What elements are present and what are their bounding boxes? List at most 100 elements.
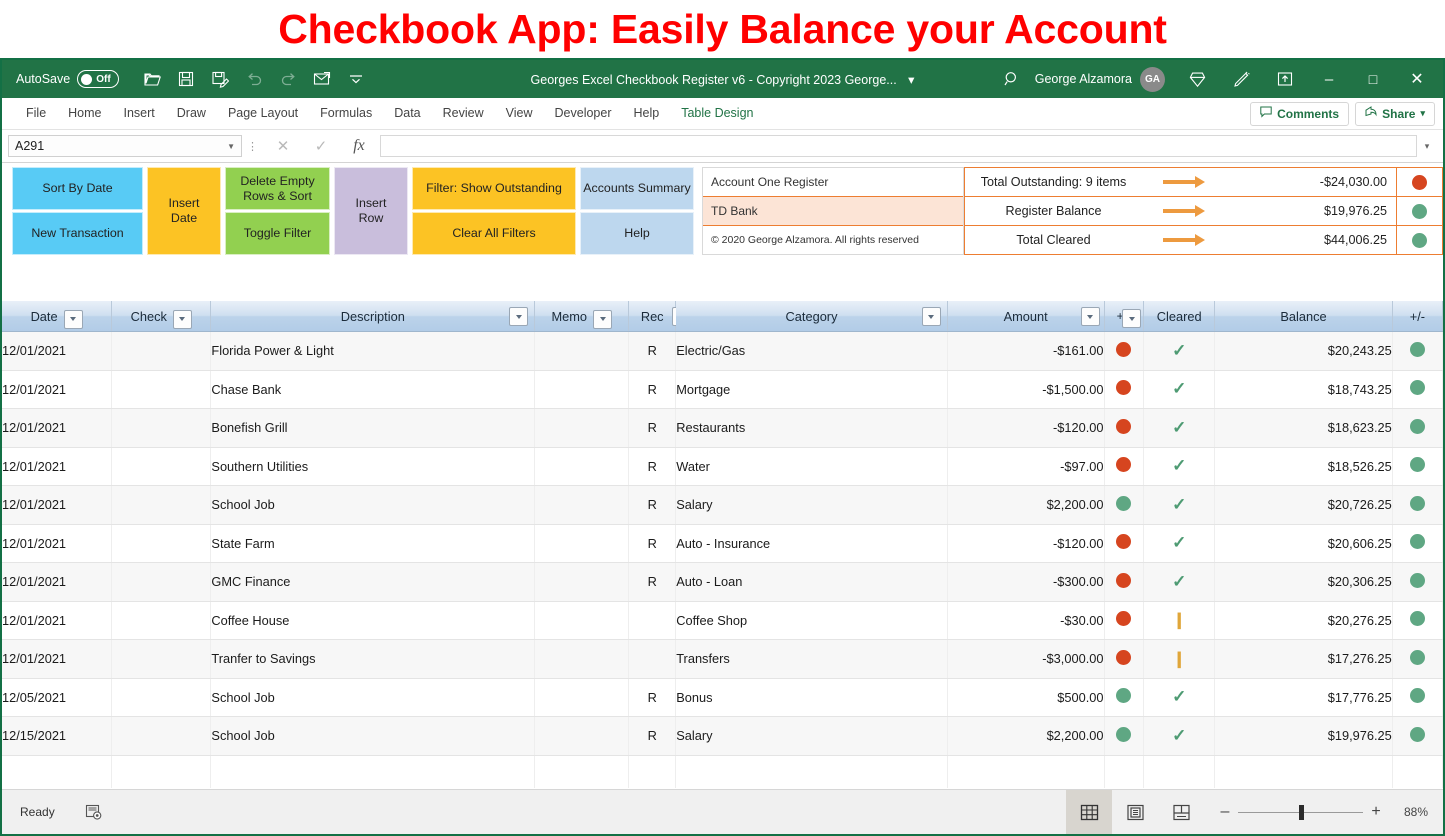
filter-dropdown-icon[interactable] (593, 310, 612, 329)
cell-category[interactable]: Coffee Shop (676, 601, 948, 640)
cell-description[interactable]: Florida Power & Light (211, 332, 535, 371)
filter-show-outstanding-button[interactable]: Filter: Show Outstanding (412, 167, 576, 210)
cell-cleared[interactable]: ✓ (1144, 524, 1215, 563)
tab-file[interactable]: File (15, 98, 57, 129)
cell-description[interactable]: Southern Utilities (211, 447, 535, 486)
tab-page-layout[interactable]: Page Layout (217, 98, 309, 129)
minimize-button[interactable]: – (1307, 60, 1351, 98)
tab-draw[interactable]: Draw (166, 98, 217, 129)
cell-cleared[interactable]: ❙ (1144, 601, 1215, 640)
maximize-button[interactable]: □ (1351, 60, 1395, 98)
cell-category[interactable]: Bonus (676, 678, 948, 717)
cell-memo[interactable] (535, 717, 629, 756)
cell-balance[interactable]: $18,623.25 (1215, 409, 1393, 448)
formula-bar-options-icon[interactable]: ⋮ (242, 140, 264, 153)
cell-date[interactable]: 12/01/2021 (2, 447, 112, 486)
tab-data[interactable]: Data (383, 98, 431, 129)
column-header-amount[interactable]: Amount (947, 301, 1104, 332)
normal-view-icon[interactable] (1066, 790, 1112, 834)
title-chevron-down-icon[interactable]: ▾ (908, 73, 914, 87)
cell-memo[interactable] (535, 486, 629, 525)
tab-formulas[interactable]: Formulas (309, 98, 383, 129)
sort-by-date-button[interactable]: Sort By Date (12, 167, 143, 210)
filter-dropdown-icon[interactable] (64, 310, 83, 329)
register-sheet[interactable]: Date Check Description Memo Rec Category… (2, 301, 1443, 788)
cell-date[interactable]: 12/01/2021 (2, 370, 112, 409)
cell-category[interactable]: Auto - Insurance (676, 524, 948, 563)
cell-date[interactable]: 12/01/2021 (2, 563, 112, 602)
column-header-rec[interactable]: Rec (629, 301, 676, 332)
cell-balance[interactable]: $17,276.25 (1215, 640, 1393, 679)
zoom-slider-track[interactable] (1238, 812, 1363, 813)
cell-cleared[interactable]: ✓ (1144, 486, 1215, 525)
cell-rec[interactable] (629, 640, 676, 679)
filter-dropdown-icon[interactable] (1081, 307, 1100, 326)
share-chevron-down-icon[interactable]: ▾ (1420, 108, 1425, 119)
cell-cleared[interactable]: ✓ (1144, 717, 1215, 756)
cell-rec[interactable]: R (629, 678, 676, 717)
cell-cleared[interactable]: ✓ (1144, 370, 1215, 409)
column-header-sign2[interactable]: +/- (1392, 301, 1442, 332)
cell-amount[interactable]: $500.00 (947, 678, 1104, 717)
avatar[interactable]: GA (1140, 67, 1165, 92)
account-bank-name[interactable]: TD Bank (703, 196, 963, 226)
filter-dropdown-icon[interactable] (509, 307, 528, 326)
filter-dropdown-icon[interactable] (173, 310, 192, 329)
zoom-in-button[interactable]: + (1363, 803, 1389, 821)
close-button[interactable]: ✕ (1395, 60, 1439, 98)
formula-input[interactable] (380, 135, 1417, 157)
cell-rec[interactable]: R (629, 486, 676, 525)
cell-description[interactable]: Coffee House (211, 601, 535, 640)
cell-memo[interactable] (535, 640, 629, 679)
cell-balance[interactable]: $18,526.25 (1215, 447, 1393, 486)
cell-date[interactable]: 12/01/2021 (2, 486, 112, 525)
cell-memo[interactable] (535, 447, 629, 486)
cell-date[interactable]: 12/01/2021 (2, 524, 112, 563)
tab-home[interactable]: Home (57, 98, 112, 129)
cell-memo[interactable] (535, 409, 629, 448)
cell-amount[interactable]: -$1,500.00 (947, 370, 1104, 409)
table-row[interactable]: 12/01/2021GMC FinanceRAuto - Loan-$300.0… (2, 563, 1443, 602)
cell-balance[interactable]: $20,243.25 (1215, 332, 1393, 371)
page-layout-view-icon[interactable] (1112, 790, 1158, 834)
table-row[interactable]: 12/15/2021School JobRSalary$2,200.00✓$19… (2, 717, 1443, 756)
zoom-control[interactable]: – + 88% (1212, 803, 1443, 821)
cell-cleared[interactable]: ❙ (1144, 640, 1215, 679)
column-header-category[interactable]: Category (676, 301, 948, 332)
cell-check[interactable] (112, 486, 211, 525)
cell-check[interactable] (112, 601, 211, 640)
cell-check[interactable] (112, 717, 211, 756)
page-break-preview-icon[interactable] (1158, 790, 1204, 834)
tab-review[interactable]: Review (432, 98, 495, 129)
search-icon[interactable] (989, 71, 1035, 87)
cell-description[interactable]: School Job (211, 678, 535, 717)
cell-cleared[interactable]: ✓ (1144, 409, 1215, 448)
insert-row-button[interactable]: Insert Row (334, 167, 408, 255)
save-as-icon[interactable] (203, 64, 237, 94)
cell-description[interactable]: Bonefish Grill (211, 409, 535, 448)
diamond-icon[interactable] (1175, 60, 1219, 98)
table-row[interactable]: 12/01/2021Chase BankRMortgage-$1,500.00✓… (2, 370, 1443, 409)
comments-button[interactable]: Comments (1250, 102, 1349, 126)
cell-memo[interactable] (535, 524, 629, 563)
cell-check[interactable] (112, 640, 211, 679)
cell-memo[interactable] (535, 332, 629, 371)
cell-amount[interactable]: -$300.00 (947, 563, 1104, 602)
column-header-memo[interactable]: Memo (535, 301, 629, 332)
cancel-edit-icon[interactable]: ✕ (264, 137, 302, 155)
cell-amount[interactable]: -$120.00 (947, 409, 1104, 448)
cell-date[interactable]: 12/01/2021 (2, 332, 112, 371)
cell-memo[interactable] (535, 563, 629, 602)
document-title[interactable]: Georges Excel Checkbook Register v6 - Co… (531, 73, 897, 87)
cell-check[interactable] (112, 678, 211, 717)
cell-amount[interactable] (947, 755, 1104, 788)
cell-rec[interactable]: R (629, 370, 676, 409)
cell-cleared[interactable]: ✓ (1144, 678, 1215, 717)
column-header-description[interactable]: Description (211, 301, 535, 332)
name-box[interactable]: A291 ▼ (8, 135, 242, 157)
cell-check[interactable] (112, 447, 211, 486)
save-icon[interactable] (169, 64, 203, 94)
cell-description[interactable]: Tranfer to Savings (211, 640, 535, 679)
zoom-out-button[interactable]: – (1212, 803, 1238, 821)
cell-cleared[interactable]: ✓ (1144, 563, 1215, 602)
